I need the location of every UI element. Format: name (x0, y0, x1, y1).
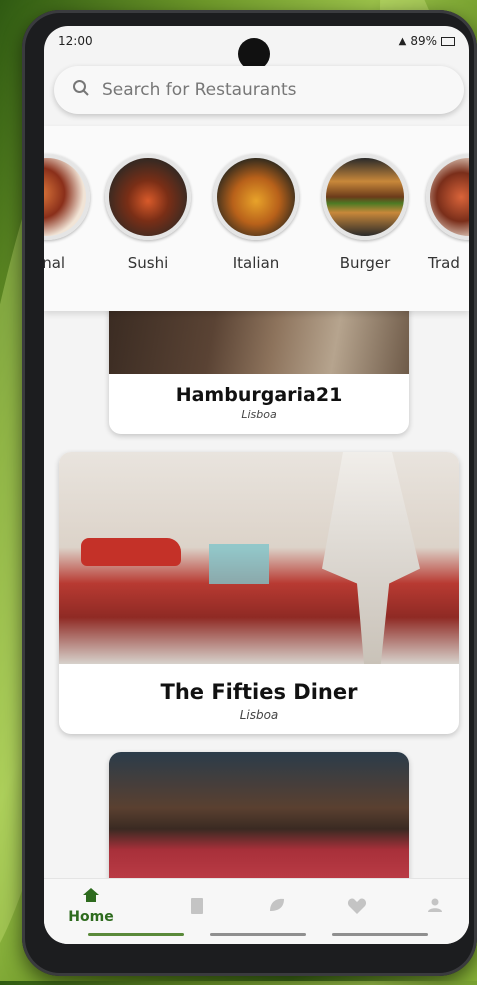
battery-icon (441, 36, 455, 46)
profile-icon (427, 898, 443, 917)
category-label: ional (44, 254, 66, 272)
category-sushi[interactable]: Sushi (103, 154, 193, 272)
category-image (426, 154, 469, 240)
category-traditional[interactable]: ional (44, 154, 92, 272)
nav-profile[interactable] (400, 897, 469, 917)
category-image (322, 154, 408, 240)
category-italian[interactable]: Italian (211, 154, 301, 272)
category-image (213, 154, 299, 240)
nav-home[interactable]: Home (56, 887, 126, 925)
bottom-navigation: Home (44, 878, 469, 944)
search-icon (72, 79, 90, 101)
heart-icon (347, 898, 367, 919)
category-traditional-2[interactable]: Trad (424, 154, 469, 272)
restaurant-photo (59, 452, 459, 664)
app-screen: 12:00 ▲ 89% ional Sushi Italian Burger (44, 26, 469, 944)
restaurant-city: Lisboa (241, 408, 277, 421)
category-label: Burger (339, 254, 391, 272)
restaurant-card[interactable]: The Fifties Diner Lisboa (59, 452, 459, 734)
home-icon (82, 888, 100, 907)
nav-eco[interactable] (242, 897, 312, 917)
search-input[interactable] (100, 79, 424, 101)
category-label: Sushi (127, 254, 169, 272)
restaurant-card[interactable]: Hamburgaria21 Lisboa (109, 296, 409, 434)
restaurant-card[interactable] (109, 752, 409, 892)
nav-bookmarks[interactable] (162, 897, 232, 919)
nav-indicator (210, 933, 306, 936)
photo-window (209, 544, 269, 584)
leaf-icon (268, 898, 286, 917)
category-label: Trad (428, 254, 460, 272)
nav-indicator (332, 933, 428, 936)
category-image (44, 154, 90, 240)
restaurant-city: Lisboa (239, 708, 279, 722)
nav-indicator (88, 933, 184, 936)
photo-car (81, 538, 181, 566)
photo-statue (322, 452, 420, 664)
signal-icon: ▲ (398, 35, 407, 47)
nav-home-label: Home (68, 909, 114, 925)
search-bar[interactable] (54, 66, 464, 114)
restaurant-name: Hamburgaria21 (175, 384, 343, 406)
category-carousel[interactable]: ional Sushi Italian Burger Trad (44, 126, 469, 311)
category-burger[interactable]: Burger (320, 154, 410, 272)
category-image (105, 154, 191, 240)
category-label: Italian (232, 254, 280, 272)
status-time: 12:00 (58, 34, 93, 48)
battery-level: 89% (410, 34, 437, 48)
restaurant-photo (109, 752, 409, 892)
restaurant-name: The Fifties Diner (160, 680, 358, 704)
status-indicators: ▲ 89% (399, 34, 455, 48)
bookmark-icon (189, 898, 205, 919)
nav-favorites[interactable] (322, 897, 392, 919)
